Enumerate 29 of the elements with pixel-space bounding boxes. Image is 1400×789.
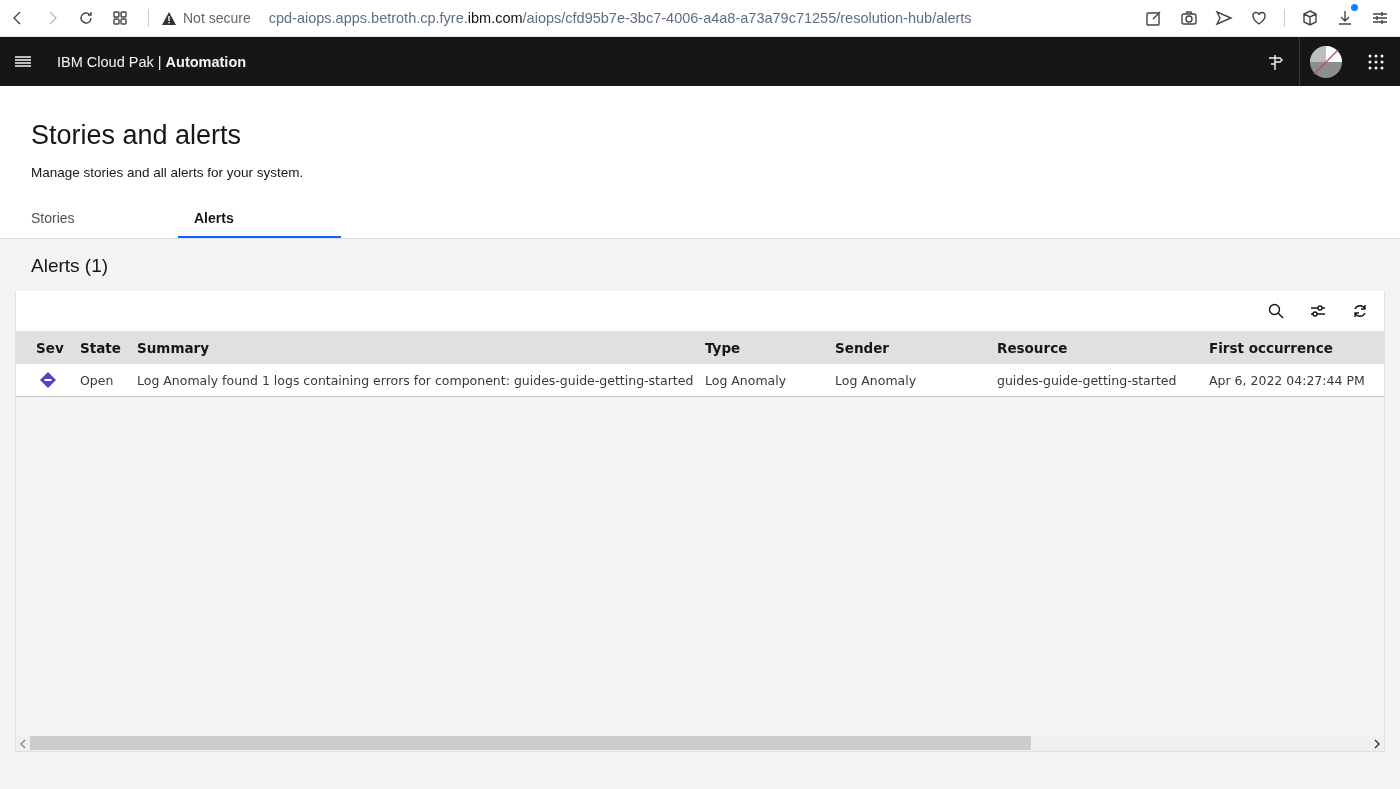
- tab[interactable]: Alerts: [178, 202, 341, 238]
- address-bar-url[interactable]: cpd-aiops.apps.betroth.cp.fyre.ibm.com/aiops/cfd95b7e-3bc7-4006-a4a8-a73a79c71255/resolution-hub/alerts: [268, 10, 1144, 26]
- column-header[interactable]: Resource: [997, 339, 1209, 356]
- column-header[interactable]: First occurrence: [1209, 339, 1384, 356]
- warning-icon: [161, 10, 177, 26]
- section-title: Alerts (1): [30, 254, 110, 278]
- column-header[interactable]: Sender: [835, 339, 997, 356]
- notification-dot: [1351, 4, 1358, 11]
- page-title: Stories and alerts: [30, 119, 243, 151]
- tab[interactable]: Stories: [15, 202, 178, 238]
- table-cell-text: guides-guide-getting-started: [997, 372, 1178, 388]
- page-subtitle: Manage stories and all alerts for your system.: [30, 164, 305, 180]
- table-cell-text: Log Anomaly: [705, 372, 788, 388]
- column-header[interactable]: Summary: [137, 339, 705, 356]
- table-cell-text: Log Anomaly: [835, 372, 918, 388]
- column-header[interactable]: State: [80, 339, 137, 356]
- grid-icon[interactable]: [110, 8, 130, 28]
- avatar[interactable]: [1309, 44, 1343, 79]
- cube-icon[interactable]: [1300, 8, 1320, 28]
- camera-icon[interactable]: [1179, 8, 1199, 28]
- column-header[interactable]: Sev: [36, 339, 80, 356]
- table-cell-text: Open: [80, 372, 115, 388]
- security-label[interactable]: Not secure: [183, 10, 251, 26]
- send-icon[interactable]: [1214, 8, 1234, 28]
- search-icon[interactable]: [1266, 301, 1286, 321]
- horizontal-scrollbar[interactable]: [16, 735, 1384, 751]
- column-header[interactable]: Type: [705, 339, 835, 356]
- table-cell-text: Apr 6, 2022 04:27:44 PM: [1209, 372, 1366, 388]
- table-cell-text: Log Anomaly found 1 logs containing errors for component: guides-guide-getting-started: [137, 372, 695, 388]
